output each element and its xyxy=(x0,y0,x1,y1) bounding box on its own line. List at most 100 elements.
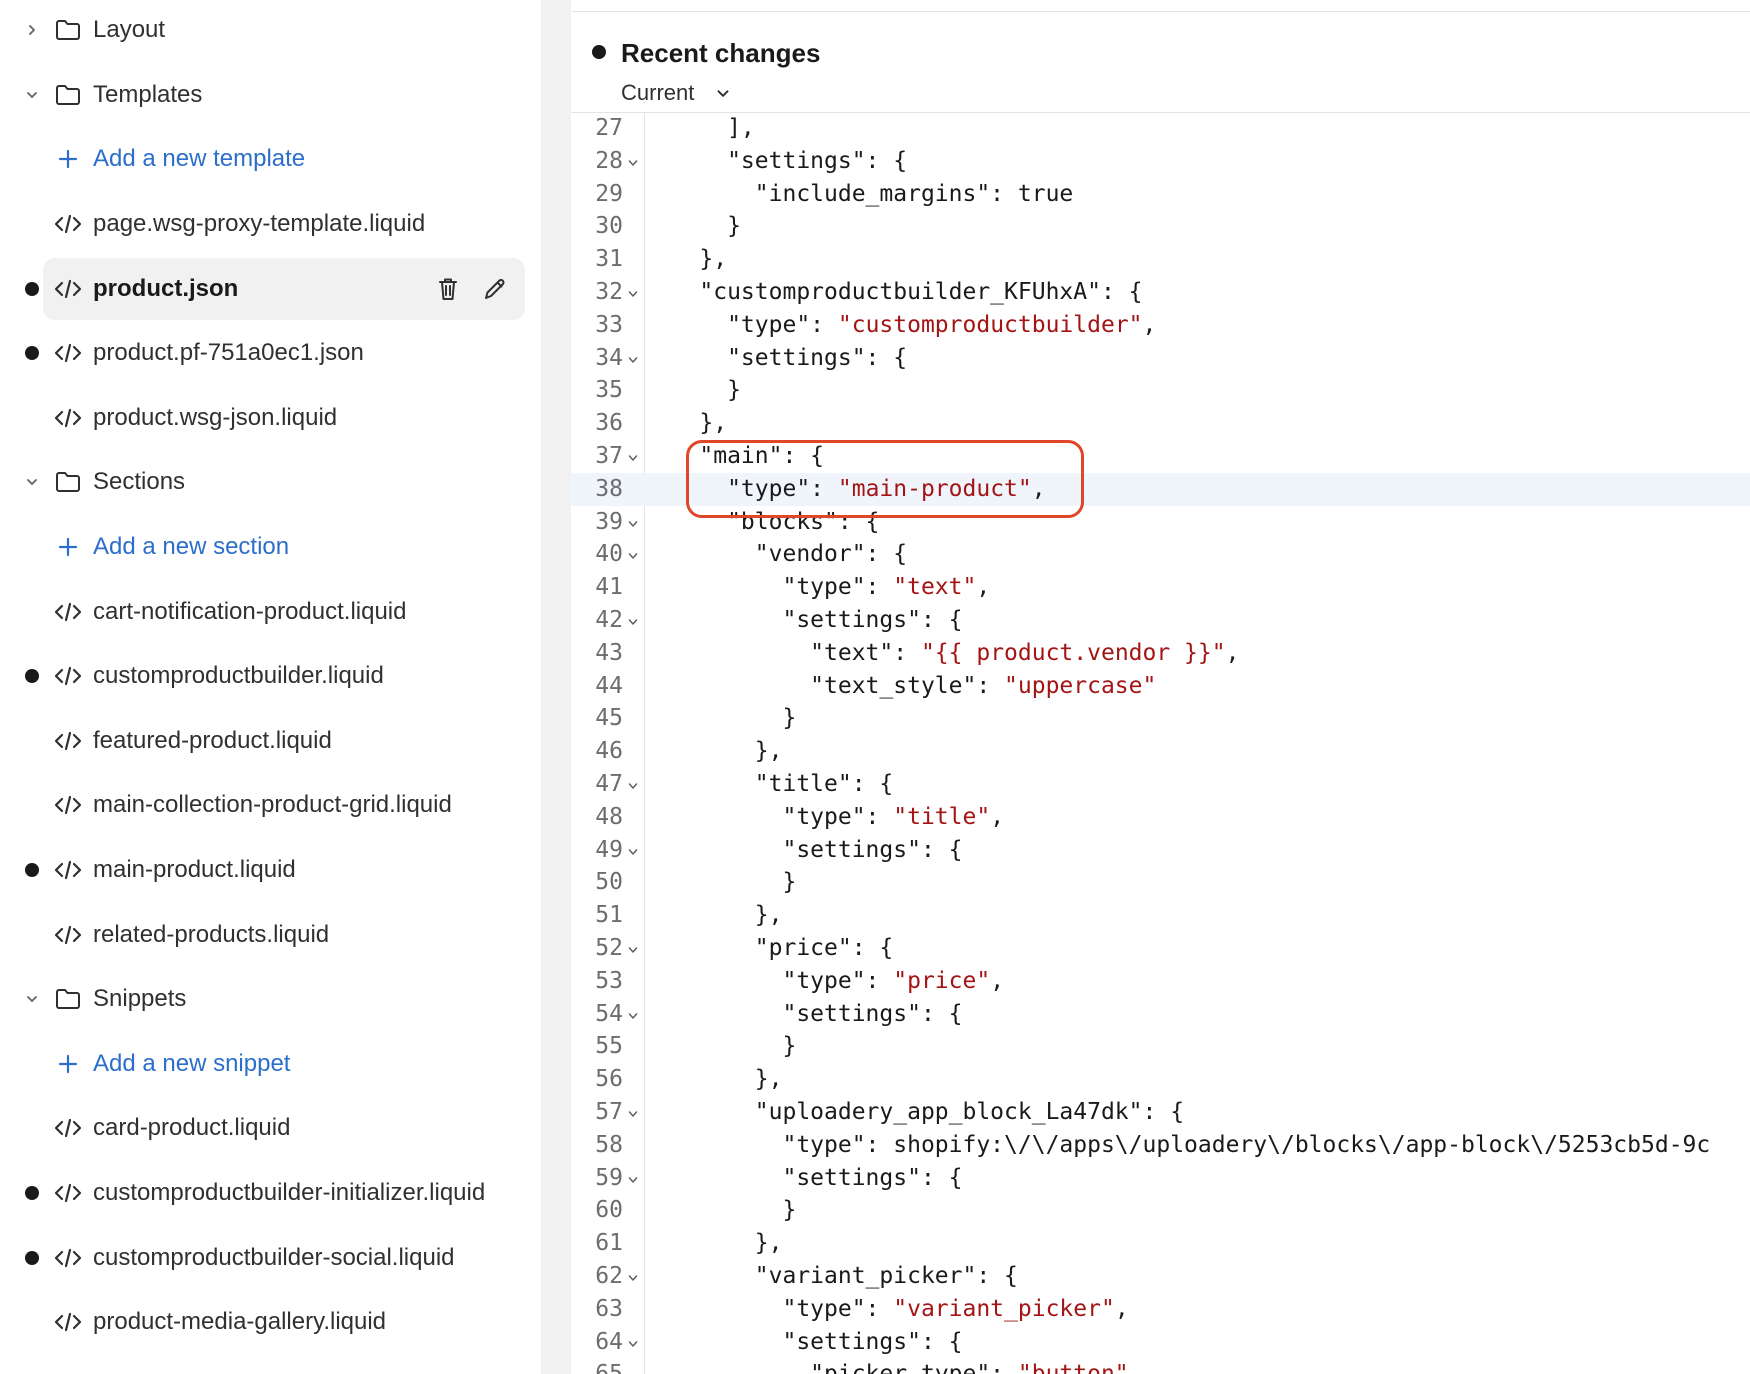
code-line[interactable]: 59 "settings": { xyxy=(571,1162,1750,1195)
code-text: }, xyxy=(644,410,728,437)
add-link-add-a-new-template[interactable]: Add a new template xyxy=(0,127,541,192)
fold-chevron-icon[interactable] xyxy=(627,550,639,562)
file-product-pf-751a0ec1-json[interactable]: product.pf-751a0ec1.json xyxy=(0,321,541,386)
folder-templates[interactable]: Templates xyxy=(0,63,541,128)
code-line[interactable]: 65 "picker_type": "button", xyxy=(571,1358,1750,1374)
folder-icon xyxy=(56,84,80,105)
code-editor-panel: Recent changes Current 27 ], 28 "settings… xyxy=(571,0,1750,1374)
file-featured-product-liquid[interactable]: featured-product.liquid xyxy=(0,709,541,774)
fold-chevron-icon[interactable] xyxy=(627,1108,639,1120)
code-line[interactable]: 36 }, xyxy=(571,407,1750,440)
pencil-icon[interactable] xyxy=(480,274,510,304)
code-line[interactable]: 40 "vendor": { xyxy=(571,538,1750,571)
file-product-media-gallery-liquid[interactable]: product-media-gallery.liquid xyxy=(0,1290,541,1355)
fold-chevron-icon[interactable] xyxy=(627,452,639,464)
code-line[interactable]: 55 } xyxy=(571,1030,1750,1063)
fold-chevron-icon[interactable] xyxy=(627,1010,639,1022)
folder-icon xyxy=(56,472,80,493)
code-line[interactable]: 41 "type": "text", xyxy=(571,571,1750,604)
code-line[interactable]: 63 "type": "variant_picker", xyxy=(571,1293,1750,1326)
code-file-icon xyxy=(54,602,82,621)
code-line[interactable]: 56 }, xyxy=(571,1063,1750,1096)
file-product-json[interactable]: product.json xyxy=(0,256,541,321)
code-line[interactable]: 35 } xyxy=(571,374,1750,407)
code-line[interactable]: 52 "price": { xyxy=(571,932,1750,965)
file-main-product-liquid[interactable]: main-product.liquid xyxy=(0,838,541,903)
add-link-add-a-new-snippet[interactable]: Add a new snippet xyxy=(0,1032,541,1097)
chevron-down-icon[interactable] xyxy=(24,474,40,490)
file-label: main-collection-product-grid.liquid xyxy=(93,791,452,819)
code-text: "settings": { xyxy=(644,344,908,371)
code-line[interactable]: 48 "type": "title", xyxy=(571,801,1750,834)
code-line[interactable]: 61 }, xyxy=(571,1227,1750,1260)
folder-snippets[interactable]: Snippets xyxy=(0,967,541,1032)
fold-chevron-icon[interactable] xyxy=(627,616,639,628)
chevron-right-icon[interactable] xyxy=(24,22,40,38)
fold-chevron-icon[interactable] xyxy=(627,1272,639,1284)
file-customproductbuilder-liquid[interactable]: customproductbuilder.liquid xyxy=(0,644,541,709)
code-line[interactable]: 30 } xyxy=(571,210,1750,243)
code-line[interactable]: 57 "uploadery_app_block_La47dk": { xyxy=(571,1096,1750,1129)
fold-chevron-icon[interactable] xyxy=(627,780,639,792)
code-line[interactable]: 32 "customproductbuilder_KFUhxA": { xyxy=(571,276,1750,309)
code-line[interactable]: 60 } xyxy=(571,1194,1750,1227)
fold-chevron-icon[interactable] xyxy=(627,1174,639,1186)
chevron-down-icon[interactable] xyxy=(24,87,40,103)
file-label: product-media-gallery.liquid xyxy=(93,1308,387,1336)
file-related-products-liquid[interactable]: related-products.liquid xyxy=(0,902,541,967)
fold-chevron-icon[interactable] xyxy=(627,354,639,366)
file-main-collection-product-grid-liquid[interactable]: main-collection-product-grid.liquid xyxy=(0,773,541,838)
code-line[interactable]: 58 "type": shopify:\/\/apps\/uploadery\/… xyxy=(571,1129,1750,1162)
code-text: ], xyxy=(644,115,755,141)
fold-chevron-icon[interactable] xyxy=(627,157,639,169)
recent-changes-title: Recent changes xyxy=(621,38,821,68)
code-line[interactable]: 46 }, xyxy=(571,735,1750,768)
code-line[interactable]: 29 "include_margins": true xyxy=(571,178,1750,211)
trash-icon[interactable] xyxy=(433,274,463,304)
code-text: } xyxy=(644,1033,797,1060)
fold-chevron-icon[interactable] xyxy=(627,944,639,956)
modified-dot-icon xyxy=(25,669,39,684)
add-link-label: Add a new section xyxy=(93,533,290,561)
file-label: product.pf-751a0ec1.json xyxy=(93,339,364,367)
line-number: 37 xyxy=(595,443,623,469)
code-line[interactable]: 28 "settings": { xyxy=(571,145,1750,178)
fold-chevron-icon[interactable] xyxy=(627,518,639,530)
code-text: "title": { xyxy=(644,771,894,797)
code-line[interactable]: 53 "type": "price", xyxy=(571,965,1750,998)
code-line[interactable]: 49 "settings": { xyxy=(571,834,1750,867)
fold-chevron-icon[interactable] xyxy=(627,288,639,300)
chevron-down-icon[interactable] xyxy=(714,85,732,103)
file-customproductbuilder-initializer-liquid[interactable]: customproductbuilder-initializer.liquid xyxy=(0,1161,541,1226)
code-line[interactable]: 51 }, xyxy=(571,899,1750,932)
folder-sections[interactable]: Sections xyxy=(0,450,541,515)
version-select[interactable]: Current xyxy=(621,80,694,106)
code-line[interactable]: 33 "type": "customproductbuilder", xyxy=(571,309,1750,342)
panel-divider xyxy=(541,0,571,1374)
code-line[interactable]: 50 } xyxy=(571,866,1750,899)
file-customproductbuilder-social-liquid[interactable]: customproductbuilder-social.liquid xyxy=(0,1225,541,1290)
code-line[interactable]: 54 "settings": { xyxy=(571,998,1750,1031)
file-card-product-liquid[interactable]: card-product.liquid xyxy=(0,1096,541,1161)
code-text: }, xyxy=(644,1230,783,1257)
code-line[interactable]: 43 "text": "{{ product.vendor }}", xyxy=(571,637,1750,670)
fold-chevron-icon[interactable] xyxy=(627,846,639,858)
code-line[interactable]: 47 "title": { xyxy=(571,768,1750,801)
folder-layout[interactable]: Layout xyxy=(0,0,541,63)
code-text: }, xyxy=(644,246,728,273)
code-line[interactable]: 62 "variant_picker": { xyxy=(571,1260,1750,1293)
fold-chevron-icon[interactable] xyxy=(627,1338,639,1350)
code-line[interactable]: 44 "text_style": "uppercase" xyxy=(571,670,1750,703)
code-line[interactable]: 31 }, xyxy=(571,243,1750,276)
code-line[interactable]: 64 "settings": { xyxy=(571,1326,1750,1359)
chevron-down-icon[interactable] xyxy=(24,991,40,1007)
file-cart-notification-product-liquid[interactable]: cart-notification-product.liquid xyxy=(0,579,541,644)
code-line[interactable]: 27 ], xyxy=(571,112,1750,145)
code-line[interactable]: 34 "settings": { xyxy=(571,342,1750,375)
file-product-wsg-json-liquid[interactable]: product.wsg-json.liquid xyxy=(0,386,541,451)
file-page-wsg-proxy-template-liquid[interactable]: page.wsg-proxy-template.liquid xyxy=(0,192,541,257)
add-link-add-a-new-section[interactable]: Add a new section xyxy=(0,515,541,580)
code-line[interactable]: 42 "settings": { xyxy=(571,604,1750,637)
code-line[interactable]: 45 } xyxy=(571,702,1750,735)
code-area[interactable]: 27 ], 28 "settings": {29 "include_margins… xyxy=(571,113,1750,1374)
